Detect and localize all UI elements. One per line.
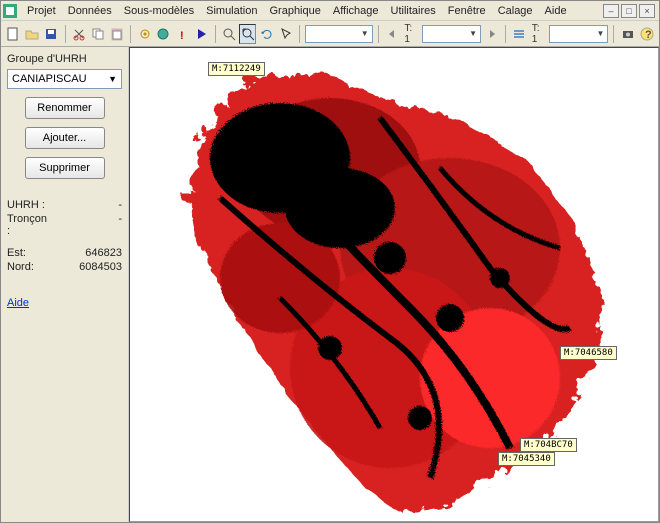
- troncon-label: Tronçon :: [7, 213, 49, 237]
- toolbar-combo-t1[interactable]: ▼: [422, 25, 481, 43]
- map-view[interactable]: M:7112249 M:7046580 M:704BC70 M:7045340: [129, 47, 659, 522]
- menu-graphique[interactable]: Graphique: [263, 3, 326, 19]
- save-icon[interactable]: [43, 24, 60, 44]
- svg-text:?: ?: [645, 29, 652, 41]
- troncon-value: -: [49, 213, 122, 237]
- add-button[interactable]: Ajouter...: [25, 127, 105, 149]
- menu-calage[interactable]: Calage: [492, 3, 539, 19]
- svg-text:!: !: [180, 30, 184, 41]
- map-annotation[interactable]: M:704BC70: [520, 438, 577, 452]
- close-button[interactable]: ×: [639, 4, 655, 18]
- gear-icon[interactable]: [136, 24, 153, 44]
- menu-affichage[interactable]: Affichage: [327, 3, 385, 19]
- map-annotation[interactable]: M:7112249: [208, 62, 265, 76]
- warning-icon[interactable]: !: [174, 24, 191, 44]
- rename-button[interactable]: Renommer: [25, 97, 105, 119]
- delete-button[interactable]: Supprimer: [25, 157, 105, 179]
- map-svg: [130, 48, 659, 522]
- paste-icon[interactable]: [108, 24, 125, 44]
- time-label-2: T: 1: [530, 23, 547, 45]
- maximize-button[interactable]: □: [621, 4, 637, 18]
- menu-utilitaires[interactable]: Utilitaires: [385, 3, 442, 19]
- group-label: Groupe d'UHRH: [7, 53, 122, 65]
- toolbar-combo-1[interactable]: ▼: [305, 25, 373, 43]
- menu-sous-modeles[interactable]: Sous-modèles: [118, 3, 200, 19]
- cut-icon[interactable]: [71, 24, 88, 44]
- list-icon[interactable]: [511, 24, 528, 44]
- zoom-extent-icon[interactable]: [239, 24, 256, 44]
- help-icon[interactable]: ?: [638, 24, 655, 44]
- time-label-1: T: 1: [402, 23, 419, 45]
- refresh-icon[interactable]: [258, 24, 275, 44]
- est-value: 646823: [49, 247, 122, 259]
- camera-icon[interactable]: [619, 24, 636, 44]
- est-label: Est:: [7, 247, 49, 259]
- globe-icon[interactable]: [155, 24, 172, 44]
- toolbar: ! ▼ T: 1 ▼ T: 1 ▼ ?: [1, 21, 659, 47]
- back-icon[interactable]: [383, 24, 400, 44]
- map-annotation[interactable]: M:7045340: [498, 452, 555, 466]
- app-icon: [3, 4, 17, 18]
- help-link[interactable]: Aide: [7, 297, 122, 309]
- copy-icon[interactable]: [89, 24, 106, 44]
- content-area: Groupe d'UHRH CANIAPISCAU ▼ Renommer Ajo…: [1, 47, 659, 522]
- sidebar: Groupe d'UHRH CANIAPISCAU ▼ Renommer Ajo…: [1, 47, 129, 522]
- minimize-button[interactable]: –: [603, 4, 619, 18]
- menubar: Projet Données Sous-modèles Simulation G…: [1, 1, 659, 21]
- nord-label: Nord:: [7, 261, 49, 273]
- menu-aide[interactable]: Aide: [539, 3, 573, 19]
- select-icon[interactable]: [277, 24, 294, 44]
- uhrh-value: -: [49, 199, 122, 211]
- forward-icon[interactable]: [483, 24, 500, 44]
- map-annotation[interactable]: M:7046580: [560, 346, 617, 360]
- chevron-down-icon: ▼: [108, 74, 117, 84]
- toolbar-combo-t2[interactable]: ▼: [549, 25, 608, 43]
- window-controls: – □ ×: [603, 4, 657, 18]
- play-icon[interactable]: [193, 24, 210, 44]
- menu-fenetre[interactable]: Fenêtre: [442, 3, 492, 19]
- uhrh-label: UHRH :: [7, 199, 49, 211]
- new-icon[interactable]: [5, 24, 22, 44]
- search-icon[interactable]: [221, 24, 238, 44]
- open-icon[interactable]: [24, 24, 41, 44]
- menu-donnees[interactable]: Données: [62, 3, 118, 19]
- menu-simulation[interactable]: Simulation: [200, 3, 263, 19]
- group-dropdown-value: CANIAPISCAU: [12, 73, 87, 85]
- menu-projet[interactable]: Projet: [21, 3, 62, 19]
- nord-value: 6084503: [49, 261, 122, 273]
- group-dropdown[interactable]: CANIAPISCAU ▼: [7, 69, 122, 89]
- info-block: UHRH : - Tronçon : - Est: 646823 Nord: 6…: [7, 199, 122, 273]
